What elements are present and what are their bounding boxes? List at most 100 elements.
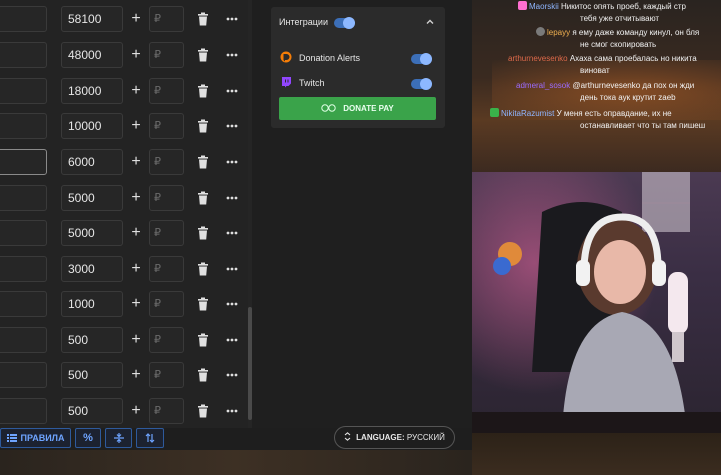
trash-icon[interactable]: [197, 12, 209, 26]
tier-amount-input[interactable]: 6000: [61, 149, 123, 175]
tier-amount-input[interactable]: 58100: [61, 6, 123, 32]
currency-input[interactable]: ₽: [149, 78, 184, 104]
chat-username[interactable]: NikitaRazumist: [501, 109, 554, 118]
tier-amount-input[interactable]: 5000: [61, 220, 123, 246]
trash-icon[interactable]: [197, 297, 209, 311]
chat-username[interactable]: Maorskii: [529, 2, 559, 11]
trash-icon[interactable]: [197, 48, 209, 62]
add-tier-button[interactable]: +: [129, 327, 143, 353]
trash-icon[interactable]: [197, 262, 209, 276]
add-tier-button[interactable]: +: [129, 78, 143, 104]
currency-input[interactable]: ₽: [149, 362, 184, 388]
tier-list-panel: 58100 + ₽48000 + ₽18000 + ₽10000 + ₽6000 + ₽5000 + ₽…: [0, 0, 252, 428]
donation-alerts-toggle[interactable]: [411, 53, 432, 65]
tier-name-input[interactable]: [0, 398, 47, 424]
add-tier-button[interactable]: +: [129, 113, 143, 139]
currency-input[interactable]: ₽: [149, 6, 184, 32]
tier-amount-input[interactable]: 3000: [61, 256, 123, 282]
integrations-toggle[interactable]: [334, 17, 355, 29]
add-tier-button[interactable]: +: [129, 362, 143, 388]
tier-amount-input[interactable]: 500: [61, 327, 123, 353]
language-value: РУССКИЙ: [406, 433, 445, 442]
tier-amount-input[interactable]: 500: [61, 398, 123, 424]
chevron-up-icon[interactable]: [425, 17, 435, 27]
tier-name-input[interactable]: [0, 327, 47, 353]
currency-input[interactable]: ₽: [149, 256, 184, 282]
percent-button[interactable]: %: [75, 428, 101, 448]
tier-amount-input[interactable]: 18000: [61, 78, 123, 104]
tier-amount-input[interactable]: 1000: [61, 291, 123, 317]
tier-name-input[interactable]: [0, 113, 47, 139]
chat-username[interactable]: arthurnevesenko: [508, 54, 568, 63]
trash-icon[interactable]: [197, 333, 209, 347]
tier-amount-input[interactable]: 48000: [61, 42, 123, 68]
more-options-icon[interactable]: [225, 297, 239, 311]
more-options-icon[interactable]: [225, 404, 239, 418]
sort-button[interactable]: [136, 428, 164, 448]
donate-pay-button[interactable]: DONATE PAY: [279, 97, 436, 120]
tier-name-input[interactable]: [0, 42, 47, 68]
twitch-toggle[interactable]: [411, 78, 432, 90]
tier-name-input[interactable]: [0, 291, 47, 317]
more-options-icon[interactable]: [225, 119, 239, 133]
add-tier-button[interactable]: +: [129, 256, 143, 282]
donation-alerts-icon: [280, 51, 292, 63]
tier-name-input[interactable]: [0, 78, 47, 104]
add-tier-button[interactable]: +: [129, 42, 143, 68]
add-tier-button[interactable]: +: [129, 398, 143, 424]
trash-icon[interactable]: [197, 368, 209, 382]
trash-icon[interactable]: [197, 404, 209, 418]
split-button[interactable]: [105, 428, 132, 448]
trash-icon[interactable]: [197, 191, 209, 205]
more-options-icon[interactable]: [225, 333, 239, 347]
chat-message: NikitaRazumist У меня есть оправдание, и…: [472, 108, 721, 132]
add-tier-button[interactable]: +: [129, 185, 143, 211]
more-options-icon[interactable]: [225, 155, 239, 169]
tier-amount-input[interactable]: 10000: [61, 113, 123, 139]
add-tier-button[interactable]: +: [129, 220, 143, 246]
trash-icon[interactable]: [197, 84, 209, 98]
twitch-icon: [282, 77, 291, 88]
more-options-icon[interactable]: [225, 84, 239, 98]
tier-name-input[interactable]: [0, 185, 47, 211]
chat-username[interactable]: admeral_sosok: [516, 81, 570, 90]
currency-input[interactable]: ₽: [149, 42, 184, 68]
language-selector[interactable]: LANGUAGE: РУССКИЙ: [334, 426, 455, 449]
chat-text: Ахаха сама проебалась но никита: [569, 54, 697, 63]
chat-badge-icon: [490, 108, 499, 117]
integrations-card: Интеграции Donation Alerts Twitch DONATE…: [271, 7, 445, 128]
more-options-icon[interactable]: [225, 12, 239, 26]
currency-input[interactable]: ₽: [149, 220, 184, 246]
chat-username[interactable]: lepayy: [547, 28, 570, 37]
currency-input[interactable]: ₽: [149, 149, 184, 175]
add-tier-button[interactable]: +: [129, 6, 143, 32]
more-options-icon[interactable]: [225, 262, 239, 276]
tier-name-input[interactable]: [0, 256, 47, 282]
currency-input[interactable]: ₽: [149, 327, 184, 353]
more-options-icon[interactable]: [225, 191, 239, 205]
currency-input[interactable]: ₽: [149, 291, 184, 317]
stream-chat: Maorskii Никитос опять проеб, каждый стр…: [472, 0, 721, 172]
rules-button[interactable]: ПРАВИЛА: [0, 428, 71, 448]
currency-input[interactable]: ₽: [149, 398, 184, 424]
toggle-knob: [420, 78, 432, 90]
tier-name-input[interactable]: [0, 6, 47, 32]
more-options-icon[interactable]: [225, 48, 239, 62]
currency-input[interactable]: ₽: [149, 185, 184, 211]
add-tier-button[interactable]: +: [129, 149, 143, 175]
more-options-icon[interactable]: [225, 226, 239, 240]
tier-name-input[interactable]: [0, 362, 47, 388]
trash-icon[interactable]: [197, 155, 209, 169]
tier-amount-input[interactable]: 5000: [61, 185, 123, 211]
rules-label: ПРАВИЛА: [20, 433, 65, 443]
tier-name-input[interactable]: [0, 220, 47, 246]
more-options-icon[interactable]: [225, 368, 239, 382]
trash-icon[interactable]: [197, 226, 209, 240]
trash-icon[interactable]: [197, 119, 209, 133]
add-tier-button[interactable]: +: [129, 291, 143, 317]
tier-name-input[interactable]: [0, 149, 47, 175]
chat-badge-icon: [518, 1, 527, 10]
toggle-knob: [420, 53, 432, 65]
tier-amount-input[interactable]: 500: [61, 362, 123, 388]
currency-input[interactable]: ₽: [149, 113, 184, 139]
